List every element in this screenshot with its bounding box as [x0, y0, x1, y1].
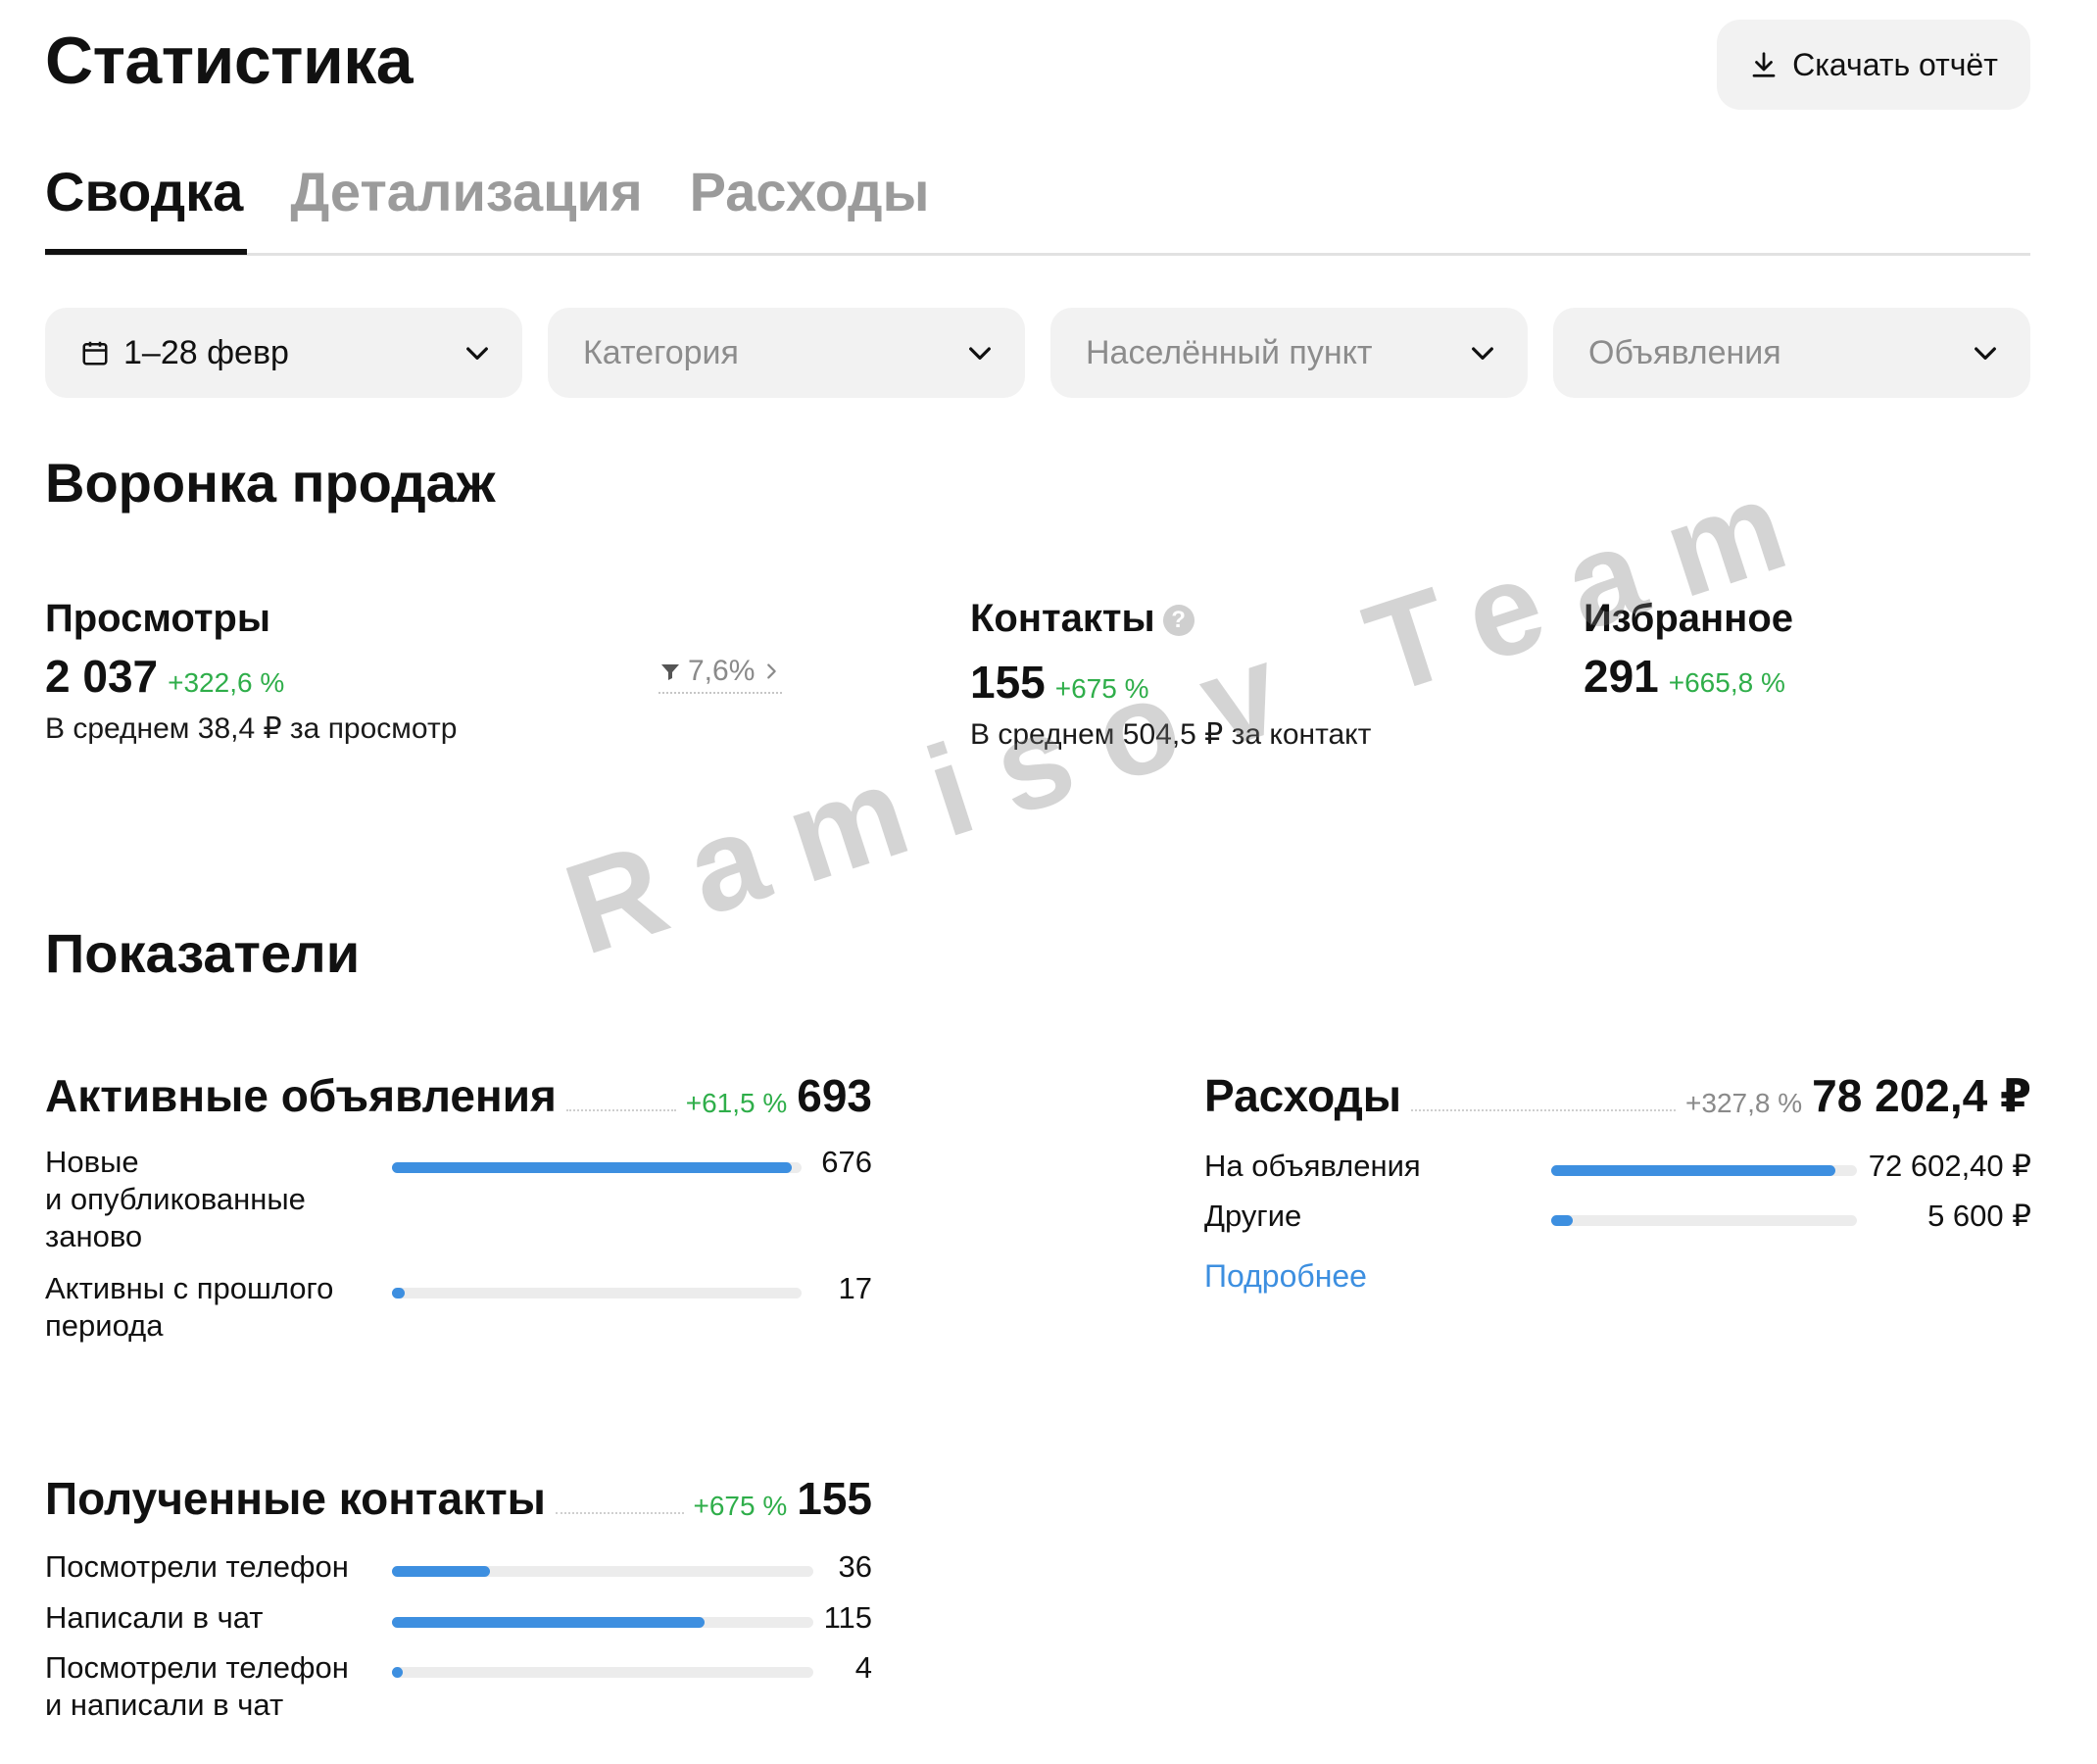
contacts-metric: Контакты? 155 +675 % В среднем 504,5 ₽ за… [970, 594, 1371, 755]
views-conversion-link[interactable]: 7,6% [658, 655, 783, 694]
row-label: На объявления [1204, 1149, 1421, 1183]
filter-funnel-icon [661, 664, 679, 680]
contacts-average: В среднем 504,5 ₽ за контакт [970, 718, 1372, 751]
row-value: 72 602,40 ₽ [1868, 1149, 2031, 1183]
leader-dots [555, 1512, 684, 1514]
expenses-delta: +327,8 % [1685, 1088, 1803, 1118]
tabs: Сводка Детализация Расходы [45, 157, 929, 227]
leader-dots [1411, 1109, 1677, 1111]
progress-track [392, 1667, 813, 1678]
contacts-row-chat: Написали в чат [45, 1599, 263, 1637]
row-label: Новые и опубликованные заново [45, 1145, 306, 1253]
progress-track [1551, 1165, 1857, 1176]
views-label: Просмотры [45, 597, 271, 640]
received-contacts-total: 155 [797, 1473, 872, 1524]
views-value: 2 037 [45, 651, 159, 702]
active-tab-indicator [45, 249, 247, 255]
active-ads-row-previous: Активны с прошлого периода [45, 1270, 333, 1345]
active-ads-total: 693 [797, 1070, 872, 1121]
received-contacts-header: Полученные контакты +675 % 155 [45, 1471, 872, 1526]
download-report-label: Скачать отчёт [1792, 46, 1998, 82]
tab-details[interactable]: Детализация [290, 157, 642, 227]
period-select[interactable]: 1–28 февр [45, 308, 522, 398]
row-value: 676 [821, 1145, 872, 1179]
expenses-header: Расходы +327,8 % 78 202,4 ₽ [1204, 1068, 2031, 1123]
expenses-title: Расходы [1204, 1070, 1402, 1121]
funnel-title: Воронка продаж [45, 452, 496, 514]
row-value: 115 [823, 1600, 872, 1635]
progress-track [1551, 1215, 1857, 1226]
expenses-row-ads: На объявления [1204, 1148, 1421, 1185]
favorites-metric: Избранное 291 +665,8 % [1584, 594, 1793, 704]
chevron-down-icon [1472, 347, 1493, 360]
row-label: Написали в чат [45, 1600, 264, 1635]
more-details-link[interactable]: Подробнее [1204, 1258, 1367, 1295]
row-label: Посмотрели телефон и написали в чат [45, 1650, 349, 1722]
received-contacts-delta: +675 % [693, 1491, 788, 1521]
listings-select[interactable]: Объявления [1553, 308, 2030, 398]
chevron-right-icon [767, 663, 777, 679]
active-ads-delta: +61,5 % [685, 1088, 788, 1118]
filter-bar: 1–28 февр Категория Населённый пункт Объ… [45, 308, 2030, 398]
location-select[interactable]: Населённый пункт [1050, 308, 1528, 398]
views-conversion-value: 7,6% [688, 655, 756, 687]
page-title: Статистика [45, 24, 414, 98]
download-report-button[interactable]: Скачать отчёт [1717, 20, 2030, 110]
progress-fill [392, 1667, 404, 1678]
leader-dots [565, 1109, 676, 1111]
category-select-placeholder: Категория [583, 333, 739, 371]
active-ads-title: Активные объявления [45, 1070, 557, 1121]
row-value: 5 600 ₽ [1927, 1199, 2031, 1233]
favorites-delta: +665,8 % [1668, 667, 1785, 698]
category-select[interactable]: Категория [548, 308, 1025, 398]
contacts-value: 155 [970, 657, 1046, 708]
progress-fill [392, 1617, 706, 1628]
active-ads-row-new: Новые и опубликованные заново [45, 1144, 306, 1255]
contacts-delta: +675 % [1054, 673, 1149, 704]
progress-track [392, 1288, 802, 1298]
contacts-row-phone-and-chat: Посмотрели телефон и написали в чат [45, 1649, 349, 1724]
row-label: Активны с прошлого периода [45, 1271, 334, 1343]
contacts-row-phone: Посмотрели телефон [45, 1548, 349, 1586]
favorites-label: Избранное [1584, 597, 1794, 640]
tab-summary[interactable]: Сводка [45, 157, 243, 227]
calendar-icon [82, 341, 108, 366]
tab-expenses[interactable]: Расходы [690, 157, 930, 227]
tabs-divider [45, 253, 2030, 256]
active-ads-header: Активные объявления +61,5 % 693 [45, 1068, 872, 1123]
expenses-row-other: Другие [1204, 1198, 1301, 1235]
location-select-placeholder: Населённый пункт [1086, 333, 1373, 371]
progress-fill [1551, 1215, 1573, 1226]
expenses-total: 78 202,4 ₽ [1812, 1070, 2031, 1121]
progress-fill [1551, 1165, 1836, 1176]
row-label: Другие [1204, 1199, 1302, 1233]
progress-track [392, 1566, 813, 1577]
download-icon [1752, 52, 1776, 77]
row-value: 36 [838, 1549, 872, 1584]
views-metric: Просмотры 2 037 +322,6 % В среднем 38,4 ₽… [45, 594, 457, 749]
progress-fill [392, 1288, 405, 1298]
views-average: В среднем 38,4 ₽ за просмотр [45, 712, 458, 745]
progress-track [392, 1617, 813, 1628]
progress-track [392, 1162, 802, 1173]
received-contacts-title: Полученные контакты [45, 1473, 546, 1524]
indicators-title: Показатели [45, 922, 361, 984]
row-label: Посмотрели телефон [45, 1549, 349, 1584]
listings-select-placeholder: Объявления [1588, 333, 1781, 371]
favorites-value: 291 [1584, 651, 1659, 702]
chevron-down-icon [1975, 347, 1996, 360]
progress-fill [392, 1566, 490, 1577]
chevron-down-icon [969, 347, 991, 360]
contacts-label: Контакты [970, 597, 1155, 640]
views-delta: +322,6 % [168, 667, 285, 698]
row-value: 4 [854, 1650, 872, 1685]
chevron-down-icon [466, 347, 488, 360]
row-value: 17 [838, 1271, 872, 1305]
help-icon[interactable]: ? [1162, 605, 1195, 637]
progress-fill [392, 1162, 792, 1173]
period-select-value: 1–28 февр [123, 333, 289, 371]
